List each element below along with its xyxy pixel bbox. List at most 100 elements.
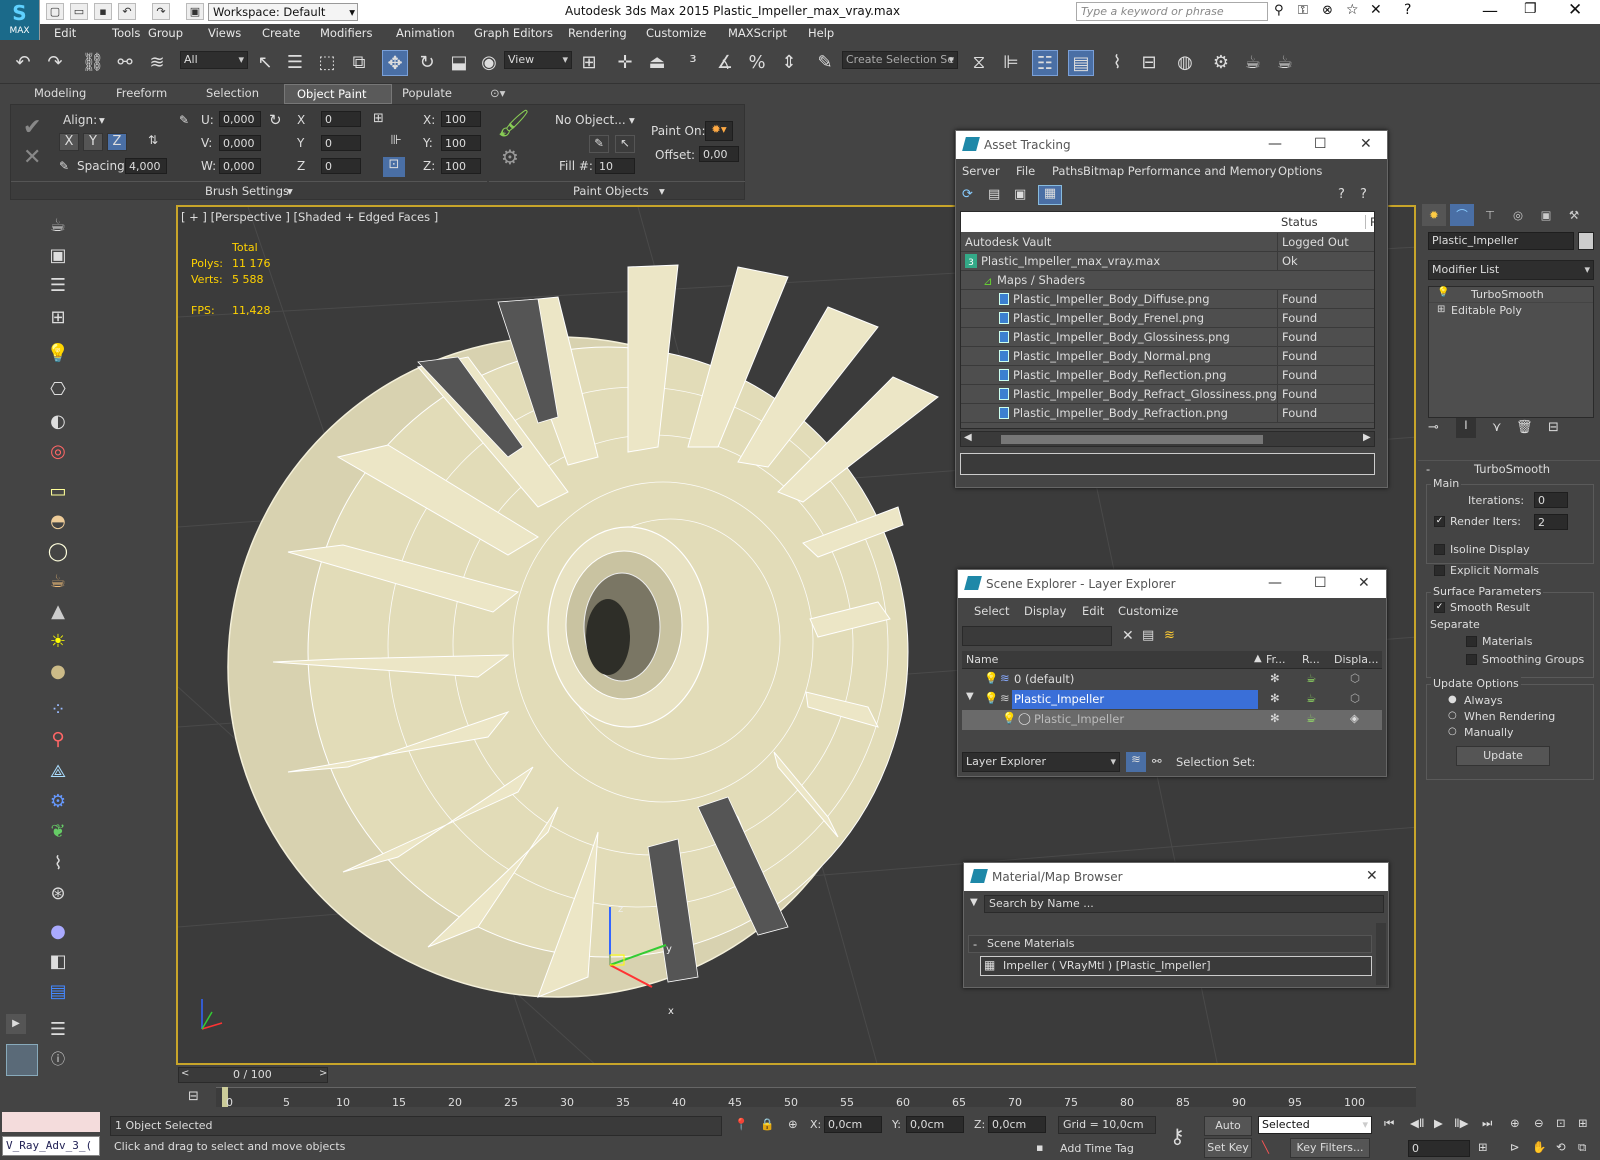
y-rot-input[interactable]: 0 bbox=[321, 135, 361, 151]
asset-tracking-titlebar[interactable]: Asset Tracking — ☐ ✕ bbox=[956, 131, 1387, 159]
minimize-icon[interactable]: — bbox=[1482, 1, 1498, 20]
undo-icon[interactable]: ↶ bbox=[118, 3, 136, 20]
image-icon[interactable]: ▣ bbox=[46, 244, 70, 268]
x-coord-input[interactable]: 0,0cm bbox=[824, 1116, 882, 1133]
undo-icon[interactable]: ↶ bbox=[10, 50, 36, 76]
angle-snap-icon[interactable]: ∡ bbox=[712, 50, 738, 76]
save-icon[interactable]: ▪ bbox=[94, 3, 112, 20]
star-icon[interactable]: ☆ bbox=[1346, 2, 1359, 18]
menu-tools[interactable]: Tools bbox=[112, 26, 140, 40]
layers-icon[interactable]: ≋ bbox=[1126, 752, 1146, 772]
w-input[interactable]: 0,000 bbox=[219, 158, 261, 174]
y-coord-input[interactable]: 0,0cm bbox=[906, 1116, 964, 1133]
menu-paths[interactable]: Paths bbox=[1052, 164, 1083, 178]
asset-path-field[interactable] bbox=[960, 453, 1375, 475]
freeze-column-header[interactable]: Fr... bbox=[1266, 653, 1286, 666]
sphere-light-icon[interactable]: ◯ bbox=[46, 540, 70, 564]
scene-search-input[interactable] bbox=[962, 626, 1112, 646]
scroll-right-icon[interactable]: ▶ bbox=[1363, 432, 1371, 443]
material-item[interactable]: ▦ Impeller ( VRayMtl ) [Plastic_Impeller] bbox=[980, 956, 1372, 976]
render-teapot-icon[interactable]: ☕ bbox=[1306, 711, 1316, 725]
expand-icon[interactable]: ▼ bbox=[966, 691, 974, 702]
edit-list-icon[interactable]: ✎ bbox=[589, 135, 609, 153]
smooth-result-checkbox[interactable]: ✓ bbox=[1434, 602, 1445, 613]
bulb-icon[interactable]: 💡 bbox=[1002, 711, 1016, 725]
help-icon[interactable]: ⓘ bbox=[46, 1048, 70, 1072]
menu-modifiers[interactable]: Modifiers bbox=[320, 26, 373, 40]
menu-rendering[interactable]: Rendering bbox=[568, 26, 627, 40]
prev-frame-icon[interactable]: < bbox=[181, 1068, 189, 1079]
stack-item[interactable]: 💡 TurboSmooth bbox=[1429, 287, 1593, 303]
horizontal-scrollbar[interactable]: ◀ ▶ bbox=[960, 431, 1375, 447]
tab-populate[interactable]: Populate bbox=[402, 86, 452, 100]
spacing-input[interactable]: 4,000 bbox=[125, 158, 167, 174]
update-button[interactable]: Update bbox=[1456, 746, 1550, 766]
menu-views[interactable]: Views bbox=[208, 26, 241, 40]
plane-icon[interactable]: ▭ bbox=[46, 480, 70, 504]
asset-row[interactable]: Plastic_Impeller_Body_Reflection.png Foun… bbox=[961, 366, 1374, 385]
reference-coordinate-dropdown[interactable]: View bbox=[504, 51, 572, 69]
add-to-layer-icon[interactable]: ≋ bbox=[1164, 628, 1175, 643]
previous-frame-icon[interactable]: ◀Ⅱ bbox=[1410, 1116, 1425, 1130]
scene-materials-group[interactable]: - Scene Materials bbox=[968, 935, 1372, 953]
zoom-extents-all-icon[interactable]: ⊞ bbox=[1578, 1116, 1588, 1130]
lock-selection-icon[interactable]: 🔒 bbox=[760, 1117, 774, 1131]
rect-selection-icon[interactable]: ⬚ bbox=[314, 50, 340, 76]
zoom-extents-icon[interactable]: ⊕ bbox=[1510, 1116, 1520, 1130]
snaps-toggle-icon[interactable]: ³ bbox=[680, 50, 706, 76]
selection-filter-dropdown[interactable]: All bbox=[180, 51, 248, 69]
next-frame-icon[interactable]: > bbox=[319, 1068, 327, 1079]
paint-on-dropdown[interactable]: ✹▾ bbox=[705, 121, 733, 141]
freeze-icon[interactable]: ✻ bbox=[1270, 671, 1280, 685]
scale-lock-icon[interactable]: ⊪ bbox=[383, 133, 409, 153]
table-view-icon[interactable]: ▦ bbox=[1038, 185, 1062, 205]
menu-animation[interactable]: Animation bbox=[396, 26, 455, 40]
project-icon[interactable]: ▣ bbox=[186, 3, 204, 20]
new-icon[interactable]: ▢ bbox=[46, 3, 64, 20]
redo-icon[interactable]: ↷ bbox=[42, 50, 68, 76]
display-box-icon[interactable]: ⬡ bbox=[1350, 691, 1360, 705]
keyword-search-input[interactable]: Type a keyword or phrase bbox=[1076, 2, 1268, 21]
chevron-down-icon[interactable]: ▾ bbox=[99, 113, 105, 127]
select-by-name-icon[interactable]: ☰ bbox=[282, 50, 308, 76]
maximize-viewport-icon[interactable]: ⧉ bbox=[1578, 1140, 1586, 1155]
close-icon[interactable]: ✕ bbox=[1358, 575, 1370, 591]
menu-edit[interactable]: Edit bbox=[1082, 604, 1104, 618]
smoothing-groups-checkbox[interactable] bbox=[1466, 654, 1477, 665]
layer-row-selected[interactable]: ▼ 💡 ≋ Plastic_Impeller ✻ ☕ ⬡ bbox=[962, 690, 1382, 710]
display-box-icon[interactable]: ◈ bbox=[1350, 711, 1359, 725]
teapot-gold-icon[interactable]: ☕ bbox=[46, 570, 70, 594]
expand-plus-icon[interactable]: ⊞ bbox=[1437, 304, 1445, 315]
key-filter-icon[interactable]: ╲ bbox=[1262, 1140, 1269, 1154]
vertical-scrollbar[interactable] bbox=[1376, 923, 1386, 985]
refresh-icon[interactable]: ⟳ bbox=[962, 187, 973, 202]
collapse-icon[interactable]: - bbox=[973, 937, 977, 951]
expand-toolbar-icon[interactable]: ▶ bbox=[6, 1014, 26, 1034]
scale-x-input[interactable]: 100 bbox=[441, 111, 481, 127]
zoom-region-icon[interactable]: ⊡ bbox=[1556, 1116, 1566, 1130]
viewport-label[interactable]: [ + ] [Perspective ] [Shaded + Edged Fac… bbox=[181, 210, 438, 224]
teapot-icon[interactable]: ☕ bbox=[46, 214, 70, 238]
key-selection-dropdown[interactable]: Selected bbox=[1258, 1116, 1372, 1134]
make-unique-icon[interactable]: ⋎ bbox=[1492, 420, 1502, 435]
hierarchy-icon[interactable]: ⚯ bbox=[1152, 754, 1162, 768]
create-tab-icon[interactable]: ✹ bbox=[1422, 204, 1446, 226]
pivot-center-icon[interactable]: ⊞ bbox=[576, 50, 602, 76]
asset-row[interactable]: Plastic_Impeller_Body_Refraction.png Foun… bbox=[961, 404, 1374, 423]
v-input[interactable]: 0,000 bbox=[219, 135, 261, 151]
close-icon[interactable]: ✕ bbox=[1360, 136, 1372, 152]
utilities-tab-icon[interactable]: ⚒ bbox=[1562, 204, 1586, 226]
modifier-list-dropdown[interactable]: Modifier List bbox=[1428, 260, 1594, 280]
add-time-tag-button[interactable]: Add Time Tag bbox=[1060, 1142, 1134, 1155]
menu-graph-editors[interactable]: Graph Editors bbox=[474, 26, 553, 40]
cloth-icon[interactable]: ⊛ bbox=[46, 882, 70, 906]
menu-maxscript[interactable]: MAXScript bbox=[728, 26, 787, 40]
absolute-mode-icon[interactable]: ⊕ bbox=[788, 1117, 798, 1131]
time-config-icon[interactable]: ⊞ bbox=[1478, 1140, 1488, 1154]
radio-always[interactable]: ● bbox=[1448, 694, 1457, 705]
menu-server[interactable]: Server bbox=[962, 164, 1000, 178]
axis-z-button[interactable]: Z bbox=[107, 133, 127, 151]
no-object-label[interactable]: No Object... bbox=[555, 113, 626, 127]
name-column-header[interactable]: Name bbox=[966, 653, 998, 666]
asset-row[interactable]: 3 Plastic_Impeller_max_vray.max Ok bbox=[961, 252, 1374, 271]
